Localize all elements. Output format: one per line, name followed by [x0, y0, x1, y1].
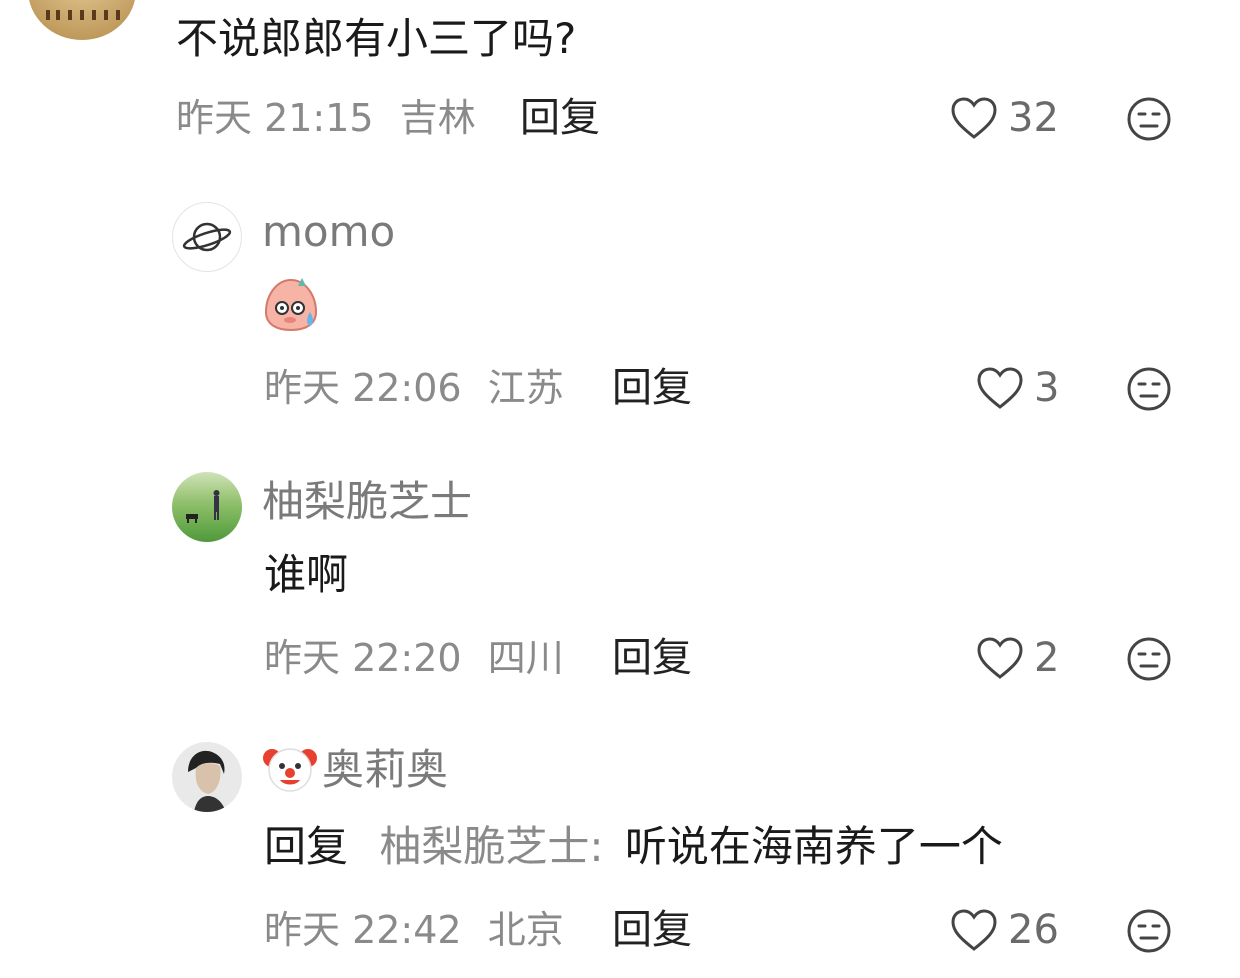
heart-outline-icon: [951, 909, 997, 951]
avatar[interactable]: [172, 202, 242, 272]
comment-meta: 昨天 22:06 江苏: [264, 366, 564, 410]
neutral-face-icon[interactable]: [1126, 96, 1172, 142]
comment-location: 北京: [487, 908, 564, 952]
neutral-face-icon[interactable]: [1126, 636, 1172, 682]
neutral-face-icon[interactable]: [1126, 908, 1172, 954]
person-walking-dog-icon: [186, 490, 220, 523]
comment-text: 不说郎郎有小三了吗?: [176, 14, 577, 63]
reply-button[interactable]: 回复: [612, 366, 692, 410]
comment-meta: 昨天 22:20 四川: [264, 636, 564, 680]
comment-time: 昨天 22:20: [264, 636, 462, 680]
heart-outline-icon: [951, 97, 997, 139]
comment-text: 谁啊: [264, 550, 349, 599]
avatar[interactable]: [172, 742, 242, 812]
username[interactable]: momo: [262, 208, 395, 256]
comment-location: 吉林: [399, 96, 476, 140]
reply-button[interactable]: 回复: [520, 96, 600, 140]
like-count: 3: [1034, 365, 1060, 411]
sweat-pig-emoji: [264, 278, 318, 332]
avatar[interactable]: [172, 472, 242, 542]
comment-text-line: 回复 柚梨脆芝士: 听说在海南养了一个: [264, 822, 1003, 872]
reply-button[interactable]: 回复: [612, 908, 692, 952]
heart-outline-icon: [977, 367, 1023, 409]
like-button[interactable]: 2: [976, 636, 1059, 680]
avatar[interactable]: [28, 0, 136, 40]
comment-location: 江苏: [487, 366, 564, 410]
reply-prefix: 回复: [264, 822, 349, 871]
like-button[interactable]: 3: [976, 366, 1059, 410]
like-button[interactable]: 32: [950, 96, 1059, 140]
comment-meta: 昨天 21:15 吉林: [176, 96, 476, 140]
like-count: 26: [1008, 907, 1059, 953]
comment-time: 昨天 21:15: [176, 96, 374, 140]
username[interactable]: 奥莉奥: [322, 746, 448, 794]
comment-time: 昨天 22:06: [264, 366, 462, 410]
comment-time: 昨天 22:42: [264, 908, 462, 952]
reply-button[interactable]: 回复: [612, 636, 692, 680]
username[interactable]: 柚梨脆芝士: [262, 478, 472, 526]
comment-text: 听说在海南养了一个: [624, 822, 1003, 871]
comment-location: 四川: [487, 636, 564, 680]
comment-meta: 昨天 22:42 北京: [264, 908, 564, 952]
like-count: 2: [1034, 635, 1060, 681]
like-button[interactable]: 26: [950, 908, 1059, 952]
reply-target-username[interactable]: 柚梨脆芝士:: [379, 822, 603, 871]
heart-outline-icon: [977, 637, 1023, 679]
camel-caravan-icon: [46, 10, 120, 20]
neutral-face-icon[interactable]: [1126, 366, 1172, 412]
clown-emoji: [263, 748, 317, 792]
like-count: 32: [1008, 95, 1059, 141]
man-portrait-icon: [188, 750, 226, 812]
planet-icon: [182, 222, 232, 252]
